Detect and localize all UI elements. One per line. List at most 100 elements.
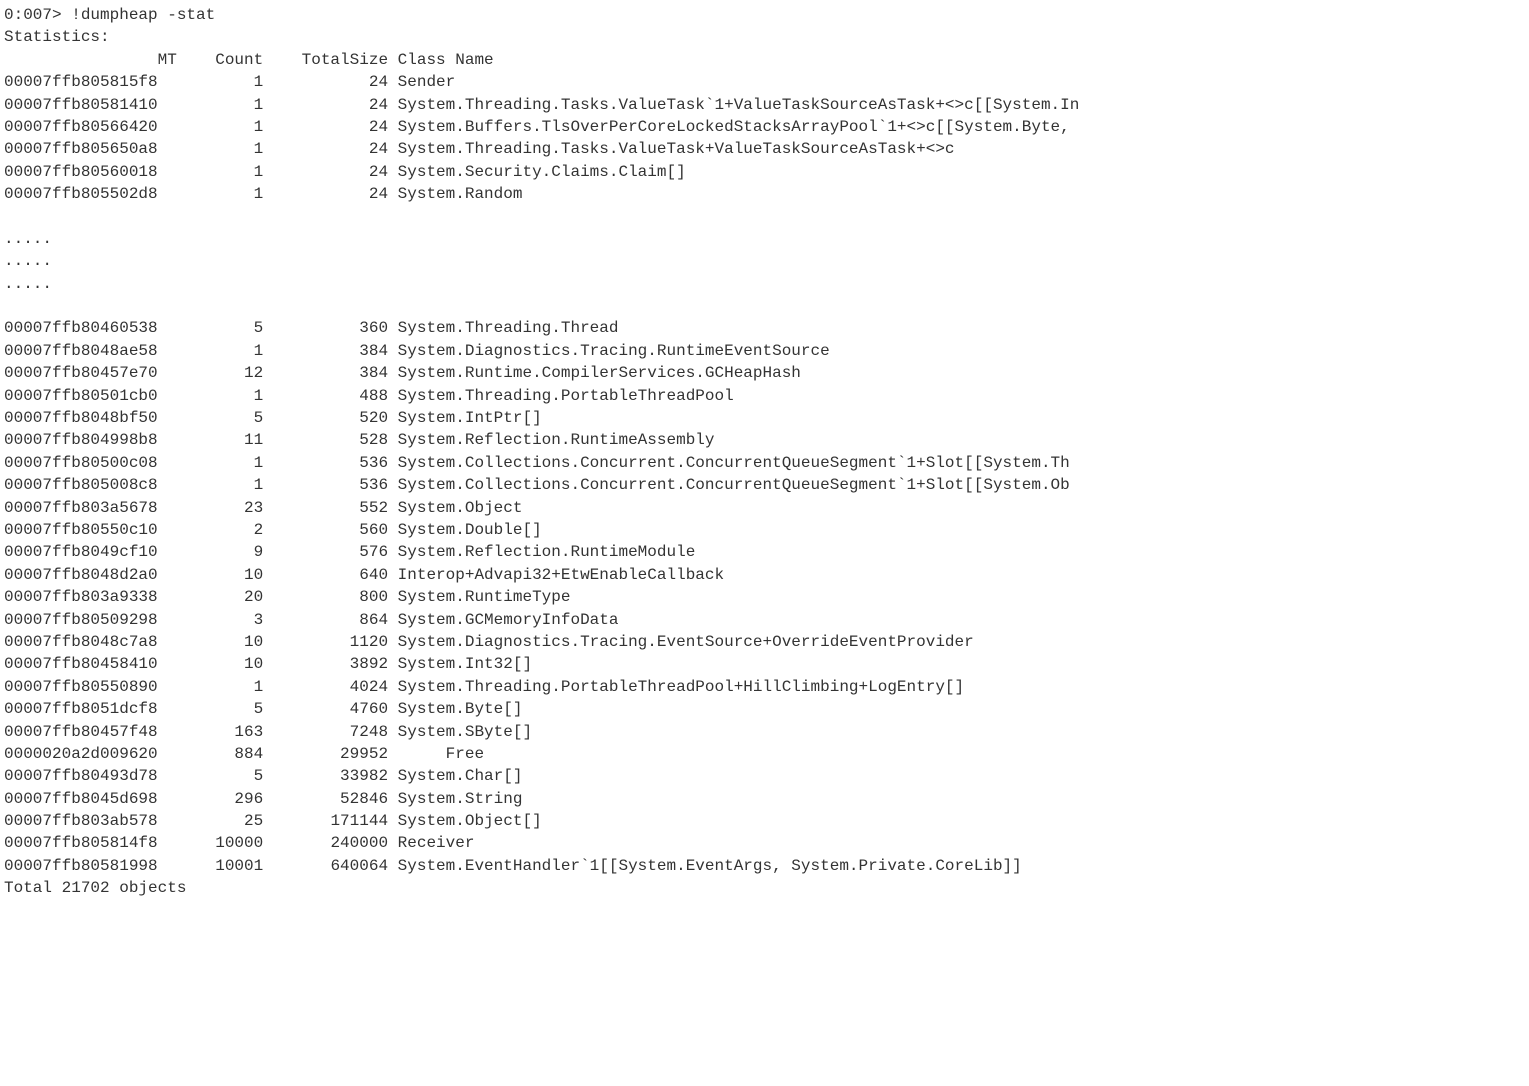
cell-class-name: System.Threading.PortableThreadPool+Hill… bbox=[388, 676, 1525, 698]
cell-mt: 00007ffb80550c10 bbox=[4, 519, 177, 541]
cell-mt: 00007ffb80457f48 bbox=[4, 721, 177, 743]
table-row: 00007ffb8058199810001640064System.EventH… bbox=[4, 855, 1525, 877]
cell-total-size: 576 bbox=[263, 541, 388, 563]
cell-mt: 00007ffb803a5678 bbox=[4, 497, 177, 519]
cell-total-size: 640064 bbox=[263, 855, 388, 877]
cell-class-name: System.Threading.Thread bbox=[388, 317, 1525, 339]
table-row: 00007ffb8051dcf854760System.Byte[] bbox=[4, 698, 1525, 720]
table-row: 00007ffb80457e7012384System.Runtime.Comp… bbox=[4, 362, 1525, 384]
cell-class-name: Free bbox=[388, 743, 1525, 765]
cell-count: 1 bbox=[177, 94, 263, 116]
cell-total-size: 528 bbox=[263, 429, 388, 451]
cell-total-size: 552 bbox=[263, 497, 388, 519]
cell-total-size: 1120 bbox=[263, 631, 388, 653]
cell-mt: 00007ffb805815f8 bbox=[4, 71, 177, 93]
header-mt: MT bbox=[4, 49, 177, 71]
cell-count: 10 bbox=[177, 653, 263, 675]
cell-count: 1 bbox=[177, 474, 263, 496]
cell-count: 1 bbox=[177, 385, 263, 407]
cell-total-size: 536 bbox=[263, 474, 388, 496]
rows-bottom: 00007ffb804605385360System.Threading.Thr… bbox=[4, 317, 1525, 877]
table-row: 00007ffb805502d8124System.Random bbox=[4, 183, 1525, 205]
cell-total-size: 24 bbox=[263, 116, 388, 138]
cell-mt: 00007ffb80560018 bbox=[4, 161, 177, 183]
cell-class-name: System.IntPtr[] bbox=[388, 407, 1525, 429]
table-row: 00007ffb8048ae581384System.Diagnostics.T… bbox=[4, 340, 1525, 362]
header-total-size: TotalSize bbox=[263, 49, 388, 71]
cell-count: 10001 bbox=[177, 855, 263, 877]
cell-total-size: 3892 bbox=[263, 653, 388, 675]
cell-mt: 00007ffb80458410 bbox=[4, 653, 177, 675]
cell-mt: 00007ffb8048bf50 bbox=[4, 407, 177, 429]
cell-count: 1 bbox=[177, 452, 263, 474]
ellipsis-line: ..... bbox=[4, 250, 1525, 272]
cell-total-size: 24 bbox=[263, 161, 388, 183]
table-row: 00007ffb803a933820800System.RuntimeType bbox=[4, 586, 1525, 608]
rows-top: 00007ffb805815f8124Sender00007ffb8058141… bbox=[4, 71, 1525, 205]
cell-class-name: Interop+Advapi32+EtwEnableCallback bbox=[388, 564, 1525, 586]
cell-class-name: System.Diagnostics.Tracing.RuntimeEventS… bbox=[388, 340, 1525, 362]
cell-total-size: 24 bbox=[263, 138, 388, 160]
table-row: 00007ffb80501cb01488System.Threading.Por… bbox=[4, 385, 1525, 407]
cell-mt: 00007ffb8051dcf8 bbox=[4, 698, 177, 720]
cell-count: 3 bbox=[177, 609, 263, 631]
cell-class-name: System.Random bbox=[388, 183, 1525, 205]
header-class-name: Class Name bbox=[388, 49, 494, 71]
cell-total-size: 640 bbox=[263, 564, 388, 586]
cell-class-name: System.Object bbox=[388, 497, 1525, 519]
table-row: 00007ffb8048bf505520System.IntPtr[] bbox=[4, 407, 1525, 429]
cell-count: 5 bbox=[177, 765, 263, 787]
cell-count: 884 bbox=[177, 743, 263, 765]
table-row: 00007ffb80550c102560System.Double[] bbox=[4, 519, 1525, 541]
cell-count: 5 bbox=[177, 698, 263, 720]
cell-mt: 00007ffb80509298 bbox=[4, 609, 177, 631]
table-row: 00007ffb804605385360System.Threading.Thr… bbox=[4, 317, 1525, 339]
cell-mt: 00007ffb803ab578 bbox=[4, 810, 177, 832]
cell-class-name: Sender bbox=[388, 71, 1525, 93]
cell-total-size: 488 bbox=[263, 385, 388, 407]
table-row: 00007ffb8049cf109576System.Reflection.Ru… bbox=[4, 541, 1525, 563]
table-row: 00007ffb8048c7a8101120System.Diagnostics… bbox=[4, 631, 1525, 653]
cell-class-name: System.RuntimeType bbox=[388, 586, 1525, 608]
cell-class-name: System.Threading.Tasks.ValueTask`1+Value… bbox=[388, 94, 1525, 116]
cell-class-name: System.GCMemoryInfoData bbox=[388, 609, 1525, 631]
ellipsis-line: ..... bbox=[4, 273, 1525, 295]
cell-class-name: System.String bbox=[388, 788, 1525, 810]
cell-mt: 00007ffb80581410 bbox=[4, 94, 177, 116]
cell-total-size: 384 bbox=[263, 340, 388, 362]
cell-count: 25 bbox=[177, 810, 263, 832]
cell-mt: 00007ffb80501cb0 bbox=[4, 385, 177, 407]
cell-count: 1 bbox=[177, 676, 263, 698]
table-row: 00007ffb80458410103892System.Int32[] bbox=[4, 653, 1525, 675]
cell-class-name: System.Byte[] bbox=[388, 698, 1525, 720]
cell-class-name: System.Double[] bbox=[388, 519, 1525, 541]
cell-count: 10 bbox=[177, 631, 263, 653]
cell-mt: 0000020a2d009620 bbox=[4, 743, 177, 765]
cell-count: 1 bbox=[177, 138, 263, 160]
cell-count: 23 bbox=[177, 497, 263, 519]
statistics-label: Statistics: bbox=[4, 26, 1525, 48]
cell-total-size: 4760 bbox=[263, 698, 388, 720]
blank-line bbox=[4, 295, 1525, 317]
cell-count: 1 bbox=[177, 161, 263, 183]
cell-count: 5 bbox=[177, 407, 263, 429]
cell-count: 1 bbox=[177, 116, 263, 138]
cell-class-name: System.Collections.Concurrent.Concurrent… bbox=[388, 452, 1525, 474]
cell-class-name: System.Object[] bbox=[388, 810, 1525, 832]
cell-count: 1 bbox=[177, 183, 263, 205]
cell-count: 163 bbox=[177, 721, 263, 743]
cell-mt: 00007ffb8045d698 bbox=[4, 788, 177, 810]
cell-class-name: System.Buffers.TlsOverPerCoreLockedStack… bbox=[388, 116, 1525, 138]
cell-class-name: System.Threading.PortableThreadPool bbox=[388, 385, 1525, 407]
table-row: 00007ffb80500c081536System.Collections.C… bbox=[4, 452, 1525, 474]
cell-class-name: Receiver bbox=[388, 832, 1525, 854]
cell-total-size: 24 bbox=[263, 183, 388, 205]
cell-class-name: System.Int32[] bbox=[388, 653, 1525, 675]
cell-class-name: System.EventHandler`1[[System.EventArgs,… bbox=[388, 855, 1525, 877]
cell-count: 296 bbox=[177, 788, 263, 810]
cell-count: 12 bbox=[177, 362, 263, 384]
cell-mt: 00007ffb80566420 bbox=[4, 116, 177, 138]
cell-class-name: System.Threading.Tasks.ValueTask+ValueTa… bbox=[388, 138, 1525, 160]
cell-mt: 00007ffb805008c8 bbox=[4, 474, 177, 496]
cell-total-size: 171144 bbox=[263, 810, 388, 832]
